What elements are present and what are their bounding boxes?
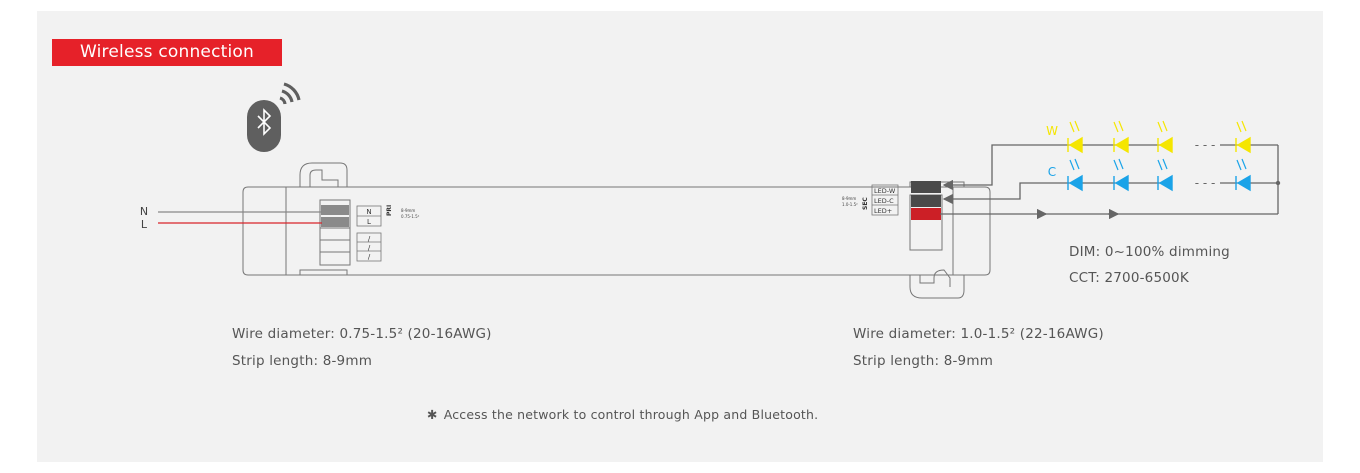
warm-led-row: [1067, 120, 1251, 154]
output-wiring: [940, 144, 1279, 220]
pri-l-label: L: [367, 218, 371, 226]
asterisk-icon: ✱: [427, 407, 438, 422]
sec-side-label: SEC: [862, 197, 869, 210]
wiring-diagram: N L / / / PRI 8-9mm 0.75-1.5² LED-W LED-…: [140, 82, 1281, 299]
neutral-label: N: [140, 205, 148, 218]
sec-terminal-plus: LED+: [874, 207, 892, 215]
left-wire-diameter: Wire diameter: 0.75-1.5² (20-16AWG): [232, 326, 492, 342]
terminal-led-plus: [911, 208, 941, 220]
dim-spec: DIM: 0~100% dimming: [1069, 244, 1230, 260]
pri-strip-note-2: 0.75-1.5²: [401, 214, 420, 219]
sec-terminal-c: LED-C: [874, 197, 894, 205]
terminal-led-c: [911, 195, 941, 207]
driver-body: [242, 162, 991, 299]
warm-row-dash: - - -: [1195, 138, 1216, 152]
pri-slot-3: /: [368, 253, 371, 261]
cool-label: C: [1048, 165, 1056, 179]
terminal-l: [321, 217, 349, 227]
sec-strip-note-1: 8-9mm: [842, 196, 856, 201]
junction-dot: [1275, 180, 1281, 186]
cool-row-dash: - - -: [1195, 176, 1216, 190]
sec-strip-note-2: 1.0-1.5²: [842, 202, 858, 207]
pri-strip-note-1: 8-9mm: [401, 208, 415, 213]
bluetooth-icon: [247, 100, 281, 152]
pri-side-label: PRI: [386, 205, 393, 216]
sec-terminal-w: LED-W: [874, 187, 896, 195]
left-strip-length: Strip length: 8-9mm: [232, 353, 373, 369]
live-label: L: [141, 218, 148, 231]
pri-n-label: N: [366, 208, 371, 216]
footnote-text: Access the network to control through Ap…: [443, 407, 819, 422]
right-strip-length: Strip length: 8-9mm: [853, 353, 994, 369]
terminal-n: [321, 205, 349, 215]
footnote: ✱ Access the network to control through A…: [427, 407, 818, 422]
terminal-led-w: [911, 181, 941, 193]
cool-led-row: [1067, 158, 1251, 192]
cct-spec: CCT: 2700-6500K: [1069, 270, 1189, 286]
wifi-signal-icon: [279, 82, 301, 105]
right-wire-diameter: Wire diameter: 1.0-1.5² (22-16AWG): [853, 326, 1104, 342]
warm-label: W: [1046, 124, 1058, 138]
